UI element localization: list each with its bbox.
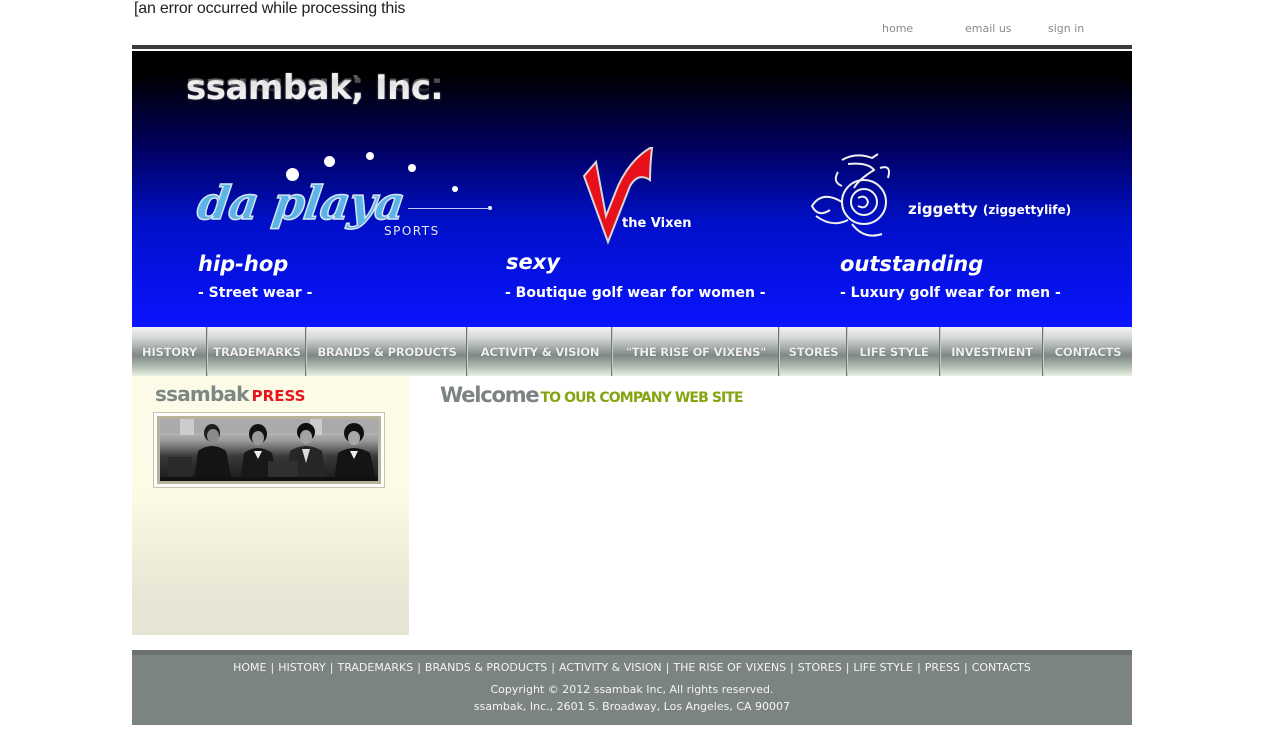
- vixen-v-icon: [582, 147, 654, 245]
- ziggetty-z-icon: [810, 153, 890, 237]
- company-logo-reflection: ssambak, Inc.: [186, 72, 443, 100]
- daplaya-brand-name: da playa: [193, 175, 408, 231]
- hero-banner: ssambak, Inc. ssambak, Inc. da playa SPO…: [132, 52, 1132, 327]
- footer: HOME | HISTORY | TRADEMARKS | BRANDS & PRODUCT…: [132, 655, 1132, 725]
- daplaya-description: - Street wear -: [198, 285, 313, 301]
- footer-separator: |: [964, 661, 968, 674]
- main-nav: HISTORY TRADEMARKS BRANDS & PRODUCTS ACT…: [132, 327, 1132, 376]
- nav-trademarks[interactable]: TRADEMARKS: [208, 327, 307, 376]
- footer-separator: |: [665, 661, 670, 674]
- home-link[interactable]: home: [882, 22, 913, 35]
- address-text: ssambak, Inc., 2601 S. Broadway, Los Ang…: [473, 700, 791, 713]
- press-photo-frame: [157, 416, 381, 484]
- nav-contacts[interactable]: CONTACTS: [1044, 327, 1132, 376]
- press-heading-label: PRESS: [251, 387, 306, 405]
- nav-brands-products[interactable]: BRANDS & PRODUCTS: [307, 327, 468, 376]
- ziggetty-name: ziggetty: [908, 200, 978, 218]
- nav-life-style[interactable]: LIFE STYLE: [848, 327, 941, 376]
- footer-link-press[interactable]: PRESS: [925, 661, 960, 674]
- server-error-message: [an error occurred while processing this: [134, 0, 406, 17]
- footer-link-home[interactable]: HOME: [233, 661, 266, 674]
- nav-stores[interactable]: STORES: [780, 327, 848, 376]
- welcome-heading: Welcome TO OUR COMPANY WEB SITE: [440, 383, 744, 407]
- logo-dot: [324, 156, 335, 167]
- daplaya-sports-label: SPORTS: [384, 224, 440, 238]
- copyright-text: Copyright © 2012 ssambak Inc, All rights…: [490, 683, 774, 696]
- footer-link-brands-products[interactable]: BRANDS & PRODUCTS: [425, 661, 547, 674]
- daplaya-tagline: hip-hop: [198, 252, 289, 276]
- footer-link-contacts[interactable]: CONTACTS: [972, 661, 1031, 674]
- vixen-description: - Boutique golf wear for women -: [505, 285, 766, 301]
- welcome-title: Welcome: [440, 383, 540, 407]
- logo-dot: [408, 164, 416, 172]
- logo-dot: [366, 152, 374, 160]
- vixen-tagline: sexy: [506, 250, 560, 274]
- daplaya-logo[interactable]: da playa SPORTS: [193, 148, 494, 248]
- footer-separator: |: [845, 661, 850, 674]
- email-us-link[interactable]: email us: [965, 22, 1012, 35]
- footer-link-trademarks[interactable]: TRADEMARKS: [337, 661, 413, 674]
- footer-separator: |: [551, 661, 555, 674]
- nav-activity-vision[interactable]: ACTIVITY & VISION: [468, 327, 613, 376]
- press-heading[interactable]: ssambak PRESS: [155, 382, 305, 406]
- footer-separator: |: [917, 661, 921, 674]
- logo-line: [408, 208, 490, 209]
- footer-separator: |: [417, 661, 421, 674]
- press-photo-image: [160, 419, 378, 481]
- footer-link-history[interactable]: HISTORY: [278, 661, 326, 674]
- footer-links: HOME | HISTORY | TRADEMARKS | BRANDS & PRODUCT…: [132, 661, 1132, 674]
- logo-dot: [452, 186, 458, 192]
- welcome-subtitle: TO OUR COMPANY WEB SITE: [540, 390, 743, 406]
- ziggetty-description: - Luxury golf wear for men -: [840, 285, 1061, 301]
- footer-link-stores[interactable]: STORES: [798, 661, 842, 674]
- ziggetty-brand-name: ziggetty (ziggettylife): [908, 200, 1071, 218]
- footer-separator: |: [270, 661, 275, 674]
- ziggetty-logo[interactable]: ziggetty (ziggettylife): [808, 150, 1108, 242]
- header-divider: [132, 45, 1132, 49]
- press-sidebar: ssambak PRESS: [132, 376, 409, 635]
- ziggetty-sub-name: (ziggettylife): [982, 203, 1072, 217]
- press-photo[interactable]: [153, 412, 385, 488]
- nav-history[interactable]: HISTORY: [132, 327, 208, 376]
- footer-link-life-style[interactable]: LIFE STYLE: [853, 661, 913, 674]
- nav-rise-of-vixens[interactable]: "THE RISE OF VIXENS": [613, 327, 780, 376]
- vixen-logo[interactable]: the Vixen: [578, 146, 708, 246]
- ziggetty-tagline: outstanding: [840, 252, 984, 276]
- people-photo-icon: [160, 419, 378, 481]
- footer-separator: |: [329, 661, 334, 674]
- footer-link-rise-of-vixens[interactable]: THE RISE OF VIXENS: [673, 661, 786, 674]
- vixen-brand-name: the Vixen: [622, 216, 692, 231]
- press-heading-brand: ssambak: [155, 382, 249, 406]
- top-links: home email us sign in: [0, 22, 1263, 38]
- footer-link-activity-vision[interactable]: ACTIVITY & VISION: [559, 661, 662, 674]
- footer-separator: |: [790, 661, 794, 674]
- nav-investment[interactable]: INVESTMENT: [941, 327, 1044, 376]
- sign-in-link[interactable]: sign in: [1048, 22, 1084, 35]
